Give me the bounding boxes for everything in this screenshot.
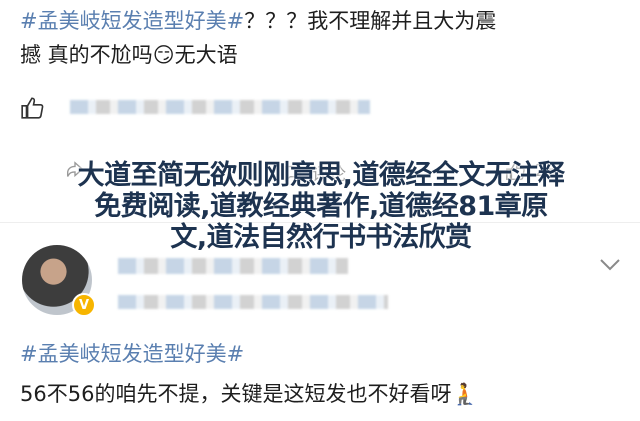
top-post-hashtag[interactable]: #孟美岐短发造型好美#: [20, 9, 244, 33]
verified-badge-icon: V: [72, 293, 96, 317]
overlay-watermark: 大道至简无欲则刚意思,道德经全文无注释 免费阅读,道教经典著作,道德经81章原 …: [16, 160, 626, 253]
top-post-like-row[interactable]: [20, 95, 46, 121]
kneeling-person-emoji: 🧎: [451, 382, 478, 406]
bottom-post-hashtag[interactable]: #孟美岐短发造型好美#: [20, 342, 244, 366]
blurred-username: [118, 258, 348, 274]
watermark-line-1: 大道至简无欲则刚意思,道德经全文无注释: [77, 160, 565, 191]
watermark-line-3: 文,道法自然行书书法欣赏: [170, 222, 472, 253]
top-post-text: #孟美岐短发造型好美#？？？我不理解并且大为震 撼 真的不尬吗😏无大语: [20, 4, 620, 72]
smirk-emoji: 😏: [152, 43, 175, 67]
bottom-post-text: #孟美岐短发造型好美# 56不56的咱先不提，关键是这短发也不好看呀🧎: [20, 334, 620, 414]
top-post-line2-end: 无大语: [174, 43, 238, 67]
chevron-down-icon[interactable]: [598, 255, 622, 273]
bottom-post-body: 56不56的咱先不提，关键是这短发也不好看呀: [20, 382, 452, 406]
watermark-line-2: 免费阅读,道教经典著作,道德经81章原: [94, 191, 548, 222]
thumbs-up-icon[interactable]: [20, 95, 46, 121]
top-post-line2: 撼 真的不尬吗: [20, 43, 153, 67]
blurred-user-names: [70, 100, 370, 114]
top-post-line1: ？？？我不理解并且大为震: [244, 9, 497, 33]
blurred-post-meta: [118, 295, 388, 309]
